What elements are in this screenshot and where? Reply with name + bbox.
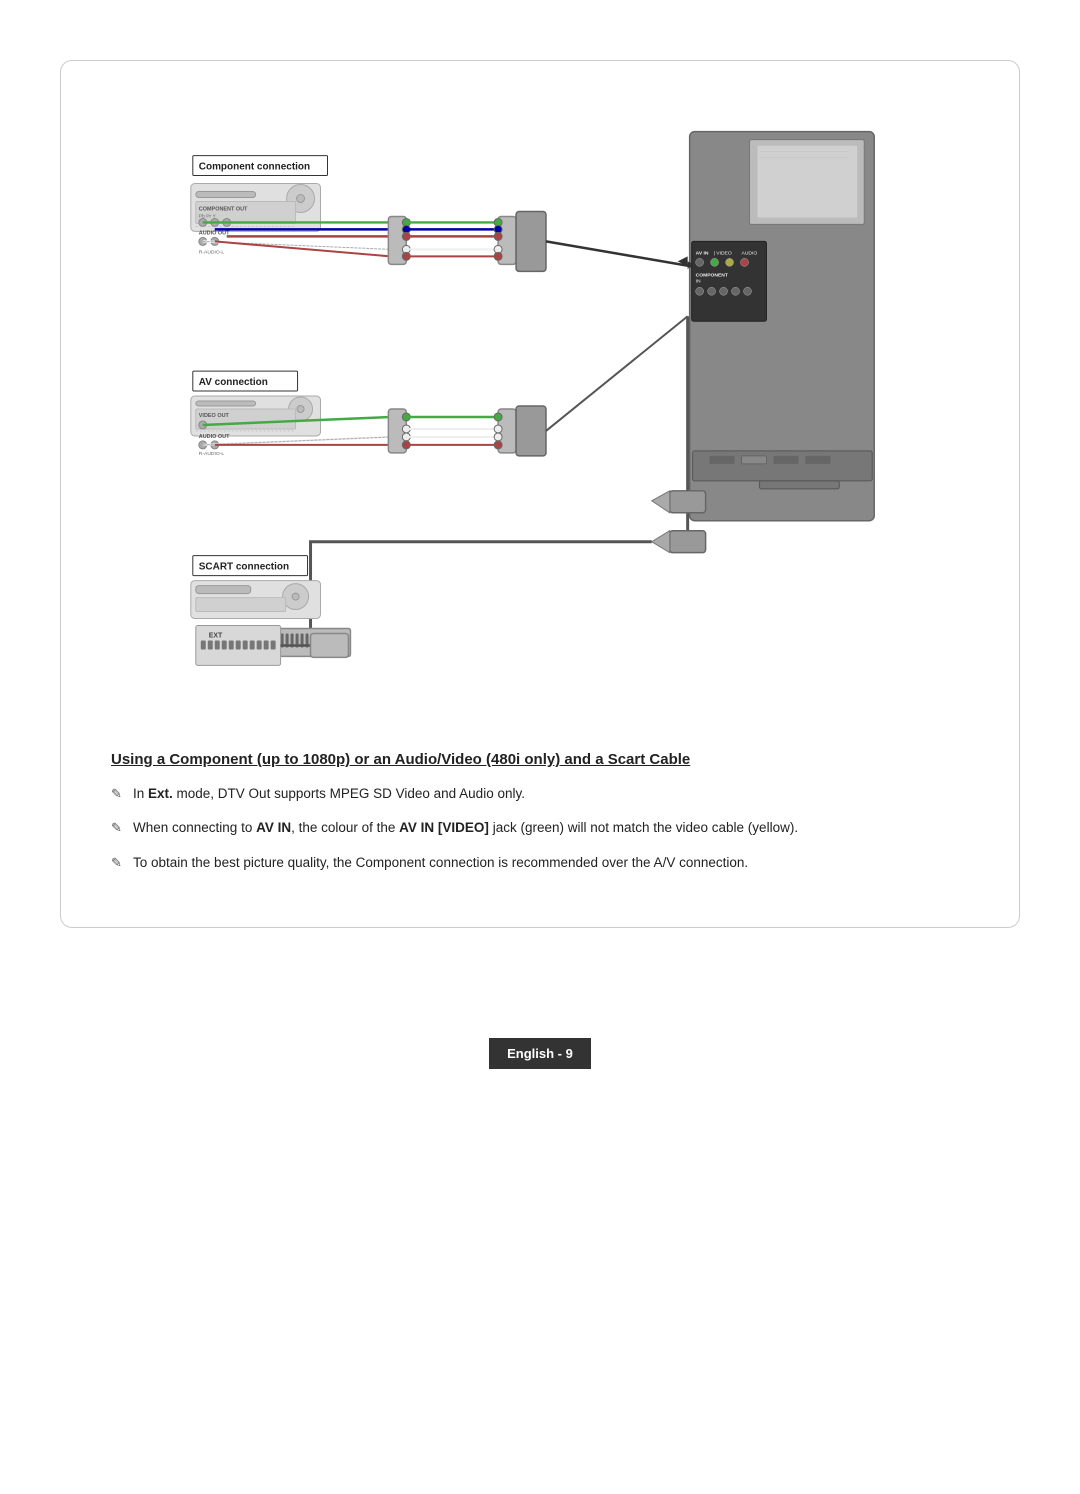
page-footer: English - 9 xyxy=(489,1038,591,1069)
svg-text:IN: IN xyxy=(696,278,701,284)
svg-text:COMPONENT: COMPONENT xyxy=(696,272,728,278)
svg-text:AUDIO OUT: AUDIO OUT xyxy=(199,434,230,440)
note-1-bold-ext: Ext. xyxy=(148,786,173,801)
note-2-bold-avin-video: AV IN [VIDEO] xyxy=(399,820,489,835)
note-item-2: When connecting to AV IN, the colour of … xyxy=(111,818,969,838)
svg-text:R-AUDIO-L: R-AUDIO-L xyxy=(199,249,225,255)
page-container: AV IN | VIDEO AUDIO COMPONENT IN xyxy=(60,60,1020,928)
footer-label: English - 9 xyxy=(507,1046,573,1061)
svg-text:AV connection: AV connection xyxy=(199,377,268,388)
note-item-1: In Ext. mode, DTV Out supports MPEG SD V… xyxy=(111,784,969,804)
svg-text:COMPONENT OUT: COMPONENT OUT xyxy=(199,206,248,212)
svg-text:Pb Pr Y: Pb Pr Y xyxy=(199,213,217,219)
svg-text:AV IN: AV IN xyxy=(696,250,709,256)
note-item-3: To obtain the best picture quality, the … xyxy=(111,853,969,873)
svg-text:AUDIO OUT: AUDIO OUT xyxy=(199,230,230,236)
svg-text:AUDIO: AUDIO xyxy=(742,250,758,256)
svg-text:EXT: EXT xyxy=(209,632,223,639)
note-2-bold-avin: AV IN xyxy=(256,820,291,835)
svg-text:Component connection: Component connection xyxy=(199,162,310,173)
main-heading: Using a Component (up to 1080p) or an Au… xyxy=(111,751,969,768)
svg-text:R-AUDIO-L: R-AUDIO-L xyxy=(199,451,225,457)
svg-text:| VIDEO: | VIDEO xyxy=(714,250,732,256)
svg-text:SCART connection: SCART connection xyxy=(199,562,289,573)
diagram-area: AV IN | VIDEO AUDIO COMPONENT IN xyxy=(111,101,969,721)
svg-text:VIDEO OUT: VIDEO OUT xyxy=(199,413,230,419)
note-list: In Ext. mode, DTV Out supports MPEG SD V… xyxy=(111,784,969,873)
